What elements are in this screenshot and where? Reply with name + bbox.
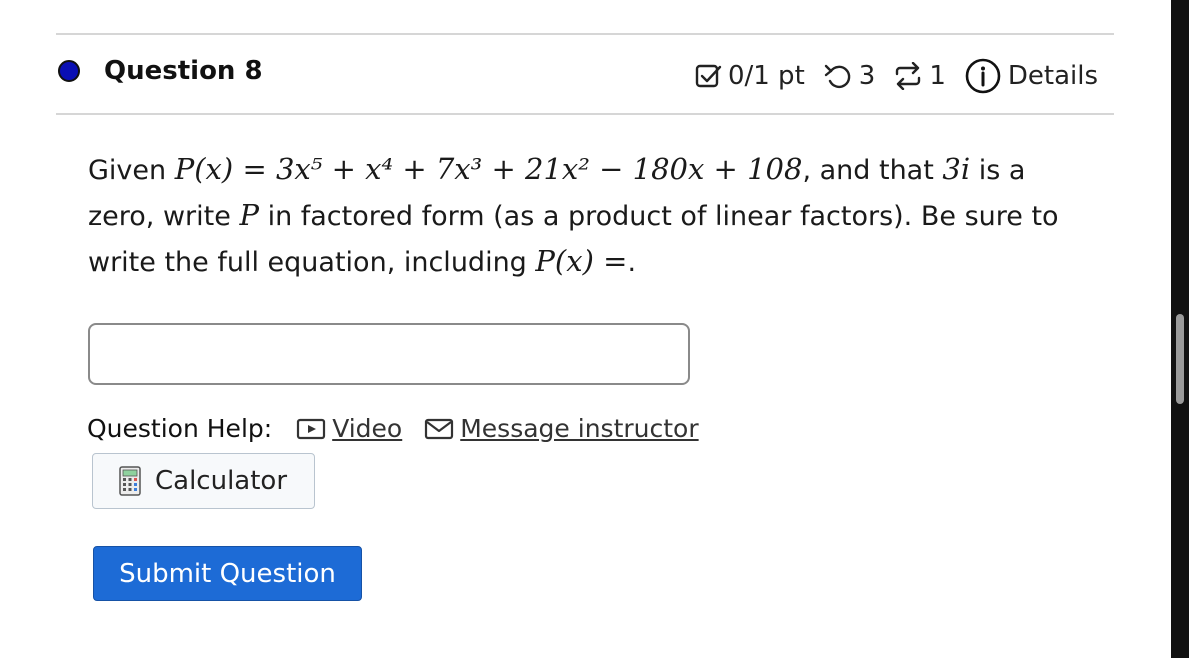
video-icon xyxy=(297,418,326,439)
points-indicator: 0/1 pt xyxy=(694,61,805,91)
problem-statement: Given P(x) = 3x⁵ + x⁴ + 7x³ + 21x² − 180… xyxy=(88,147,1098,285)
variable-p: P xyxy=(239,198,259,232)
question-help: Question Help: Video Message instructor xyxy=(87,414,721,443)
problem-and-that: , and that xyxy=(802,155,934,186)
details-label: Details xyxy=(1007,61,1098,91)
question-status-dot xyxy=(58,60,80,82)
question-header: Question 8 0/1 pt 3 1 Details xyxy=(58,55,1098,95)
video-link[interactable]: Video xyxy=(296,414,402,443)
points-text: 0/1 pt xyxy=(727,61,805,91)
details-button[interactable]: Details xyxy=(964,57,1098,95)
polynomial-expression: P(x) = 3x⁵ + x⁴ + 7x³ + 21x² − 180x + 10… xyxy=(174,152,803,186)
message-instructor-link[interactable]: Message instructor xyxy=(424,414,699,443)
video-link-label: Video xyxy=(332,414,403,443)
message-instructor-label: Message instructor xyxy=(460,414,699,443)
versions-icon xyxy=(896,62,921,90)
submit-question-button[interactable]: Submit Question xyxy=(93,546,362,601)
versions-indicator: 1 xyxy=(893,61,946,91)
mail-icon xyxy=(425,418,454,439)
p-of-x-equals: P(x) = xyxy=(535,244,628,278)
calculator-button[interactable]: Calculator xyxy=(92,453,315,509)
top-divider xyxy=(56,33,1114,35)
question-help-label: Question Help: xyxy=(87,414,273,443)
question-meta: 0/1 pt 3 1 Details xyxy=(676,57,1098,95)
calculator-icon xyxy=(119,466,141,496)
info-icon xyxy=(965,58,1001,94)
calculator-label: Calculator xyxy=(155,466,288,496)
question-title: Question 8 xyxy=(104,56,263,86)
problem-given-label: Given xyxy=(88,155,167,186)
problem-period: . xyxy=(627,247,637,278)
answer-input[interactable] xyxy=(88,323,690,385)
scrollbar-thumb[interactable] xyxy=(1176,314,1184,404)
complex-zero: 3i xyxy=(942,152,971,186)
retry-icon xyxy=(824,64,851,89)
retries-indicator: 3 xyxy=(823,61,876,91)
checkbox-icon xyxy=(695,64,722,88)
page-scrollbar[interactable] xyxy=(1171,0,1189,658)
versions-count: 1 xyxy=(929,61,946,91)
header-divider xyxy=(56,113,1114,115)
retries-count: 3 xyxy=(858,61,876,91)
